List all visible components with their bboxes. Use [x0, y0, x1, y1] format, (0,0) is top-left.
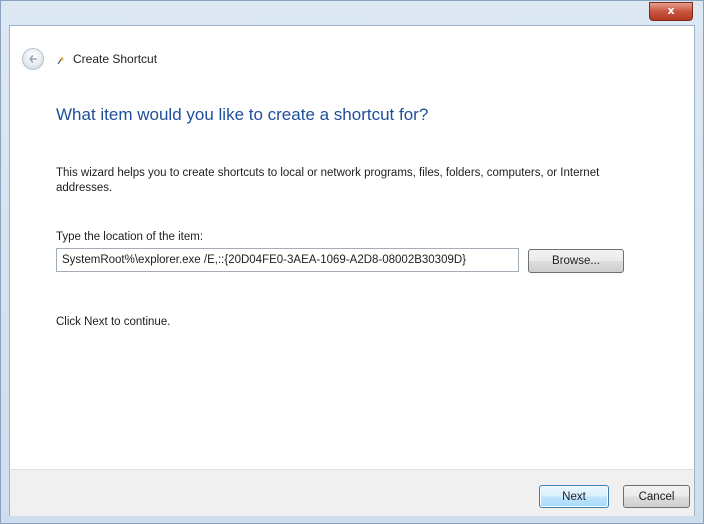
browse-button[interactable]: Browse...: [528, 249, 624, 273]
location-input[interactable]: [56, 248, 519, 272]
next-button[interactable]: Next: [539, 485, 609, 508]
cancel-button[interactable]: Cancel: [623, 485, 690, 508]
wizard-description: This wizard helps you to create shortcut…: [56, 167, 600, 194]
wizard-nav-bar: Create Shortcut: [10, 26, 694, 78]
page-heading: What item would you like to create a sho…: [56, 105, 429, 124]
title-bar[interactable]: x: [1, 1, 703, 25]
back-arrow-icon: [29, 55, 37, 63]
close-icon[interactable]: x: [650, 3, 692, 20]
wizard-footer: Next Cancel: [10, 469, 694, 516]
location-label: Type the location of the item:: [56, 231, 204, 243]
continue-instruction: Click Next to continue.: [56, 316, 171, 328]
close-button[interactable]: x: [649, 2, 693, 21]
wizard-title: Create Shortcut: [73, 52, 158, 66]
wizard-content: Create Shortcut What item would you like…: [9, 25, 695, 516]
shortcut-wizard-icon: [57, 56, 65, 65]
back-button[interactable]: [22, 48, 44, 70]
create-shortcut-window: x Create Shortcut What item would you li…: [0, 0, 704, 524]
